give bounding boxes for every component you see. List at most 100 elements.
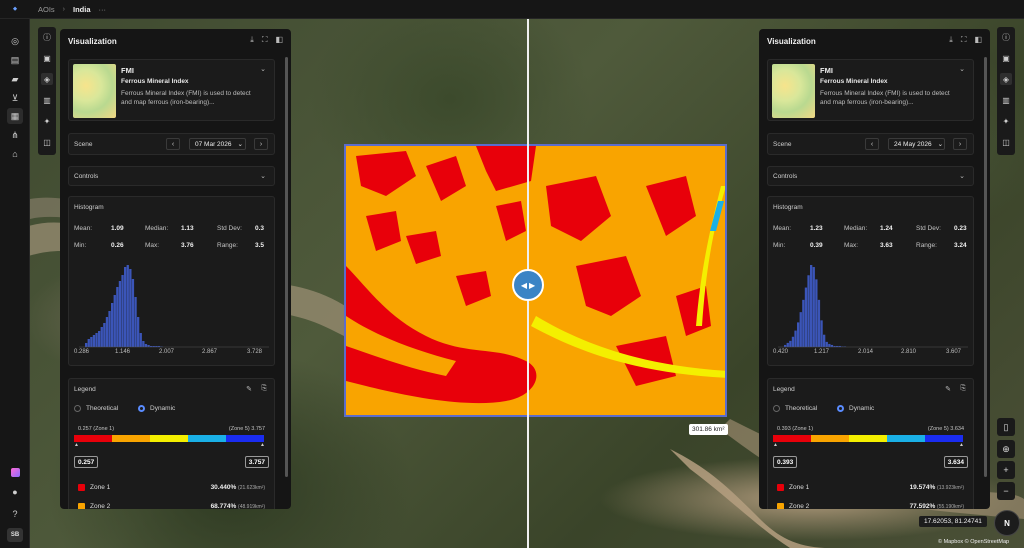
legend-color-bar[interactable]	[773, 435, 963, 442]
sparkle-icon[interactable]: ✦	[1000, 115, 1012, 127]
chevron-right-icon: ›	[62, 5, 66, 13]
zone-max-label: (Zone 5) 3.634	[927, 426, 964, 432]
truck-icon[interactable]: ▰	[7, 71, 23, 87]
edit-icon[interactable]: ✎	[246, 385, 252, 393]
info-icon[interactable]: ⓘ	[1000, 31, 1012, 43]
swipe-handle[interactable]: ◀ ▶	[512, 269, 544, 301]
locate-icon[interactable]: ⊕	[997, 440, 1015, 458]
panel-title: Visualization	[68, 37, 117, 46]
max-value-input[interactable]: 3.757	[244, 456, 269, 468]
chart-icon[interactable]: ▥	[1000, 94, 1012, 106]
fit-icon[interactable]: ⛶	[262, 35, 268, 45]
visualization-panel-left: Visualization ⤓ ⛶ ◧ FMI Ferrous Mineral …	[60, 29, 291, 509]
warehouse-icon[interactable]: ⌂	[7, 146, 23, 162]
scene-date-select[interactable]: 24 May 2026 ⌄	[888, 138, 945, 150]
image-icon[interactable]: ▣	[1000, 52, 1012, 64]
breadcrumb-current: India	[73, 4, 91, 14]
prev-scene-button[interactable]: ‹	[865, 138, 879, 150]
book-icon[interactable]: ▯	[997, 418, 1015, 436]
bell-icon[interactable]: ●	[7, 484, 23, 500]
download-icon[interactable]: ⤓	[949, 35, 953, 45]
histogram-bar	[817, 299, 821, 347]
compass-button[interactable]: N	[994, 510, 1020, 536]
histogram-bar	[116, 287, 119, 347]
layers-icon[interactable]: ◈	[41, 73, 53, 85]
help-icon[interactable]: ?	[7, 506, 23, 522]
dynamic-radio[interactable]	[138, 405, 145, 412]
info-icon[interactable]: ⓘ	[41, 31, 53, 43]
zone-name: Zone 2	[789, 503, 810, 509]
zone-name: Zone 2	[90, 503, 111, 509]
cart-icon[interactable]: ⊻	[7, 90, 23, 106]
save-icon[interactable]: ⎘	[960, 385, 966, 393]
index-thumbnail	[772, 64, 815, 118]
app-icon[interactable]	[7, 464, 23, 480]
dynamic-radio[interactable]	[837, 405, 844, 412]
chart-icon[interactable]: ▥	[41, 94, 53, 106]
histogram-bar	[105, 317, 109, 347]
theoretical-radio[interactable]	[74, 405, 81, 412]
mean-value: 1.09	[111, 225, 124, 232]
prev-scene-button[interactable]: ‹	[166, 138, 180, 150]
avatar[interactable]: SB	[7, 528, 23, 542]
split-view-icon[interactable]: ◫	[41, 136, 53, 148]
zone-swatch[interactable]	[78, 503, 85, 509]
split-view-icon[interactable]: ◫	[1000, 136, 1012, 148]
collapse-icon[interactable]: ◧	[974, 35, 982, 45]
panel-scrollbar[interactable]	[285, 57, 288, 477]
slider-handle-max[interactable]: ▲	[260, 442, 265, 448]
median-value: 1.24	[880, 225, 893, 232]
index-card[interactable]: FMI Ferrous Mineral Index Ferrous Minera…	[767, 59, 974, 121]
fit-icon[interactable]: ⛶	[961, 35, 967, 45]
edit-icon[interactable]: ✎	[945, 385, 951, 393]
save-icon[interactable]: ⎘	[261, 385, 267, 393]
panel-scrollbar[interactable]	[984, 57, 987, 477]
histogram-bar	[134, 297, 137, 347]
min-value: 0.39	[810, 242, 823, 249]
slider-handle-min[interactable]: ▲	[74, 442, 79, 448]
more-options-button[interactable]: ···	[99, 5, 107, 14]
arrow-left-icon: ◀	[520, 280, 527, 290]
chevron-down-icon[interactable]: ⌄	[260, 65, 266, 73]
zone-max-label: (Zone 5) 3.757	[228, 426, 265, 432]
layers-icon[interactable]: ◈	[1000, 73, 1012, 85]
legend-color-bar[interactable]	[74, 435, 264, 442]
slider-handle-max[interactable]: ▲	[959, 442, 964, 448]
dynamic-label: Dynamic	[150, 405, 176, 412]
image-icon[interactable]: ▣	[41, 52, 53, 64]
max-value-input[interactable]: 3.634	[943, 456, 968, 468]
min-value-input[interactable]: 0.393	[773, 456, 798, 468]
app-logo[interactable]: ◆	[0, 0, 30, 19]
histogram-bar	[791, 336, 795, 347]
workflow-icon[interactable]: ⋔	[7, 127, 23, 143]
zoom-out-button[interactable]: −	[997, 482, 1015, 500]
scene-date-select[interactable]: 07 Mar 2026 ⌄	[189, 138, 246, 150]
chevron-down-icon[interactable]: ⌄	[959, 65, 965, 73]
zone-min-label: 0.257 (Zone 1)	[78, 426, 115, 432]
chevron-down-icon: ⌄	[237, 141, 243, 148]
sparkle-icon[interactable]: ✦	[41, 115, 53, 127]
scene-date: 07 Mar 2026	[195, 140, 232, 148]
index-card[interactable]: FMI Ferrous Mineral Index Ferrous Minera…	[68, 59, 275, 121]
zoom-in-button[interactable]: +	[997, 461, 1015, 479]
map-icon[interactable]: ▦	[7, 108, 23, 124]
next-scene-button[interactable]: ›	[953, 138, 967, 150]
controls-dropdown[interactable]: Controls ⌄	[68, 166, 275, 186]
zone-swatch[interactable]	[777, 503, 784, 509]
breadcrumb-root[interactable]: AOIs	[38, 5, 55, 14]
next-scene-button[interactable]: ›	[254, 138, 268, 150]
histogram-bar	[121, 275, 124, 347]
slider-handle-min[interactable]: ▲	[773, 442, 778, 448]
histogram-bar	[794, 330, 797, 347]
min-value-input[interactable]: 0.257	[74, 456, 99, 468]
index-full-name: Ferrous Mineral Index	[121, 78, 189, 85]
zone-swatch[interactable]	[78, 484, 85, 491]
std-value: 0.23	[954, 225, 967, 232]
theoretical-radio[interactable]	[773, 405, 780, 412]
zone-swatch[interactable]	[777, 484, 784, 491]
controls-dropdown[interactable]: Controls ⌄	[767, 166, 974, 186]
download-icon[interactable]: ⤓	[250, 35, 254, 45]
collapse-icon[interactable]: ◧	[275, 35, 283, 45]
compass-icon[interactable]: ◎	[7, 33, 23, 49]
inbox-icon[interactable]: ▤	[7, 52, 23, 68]
